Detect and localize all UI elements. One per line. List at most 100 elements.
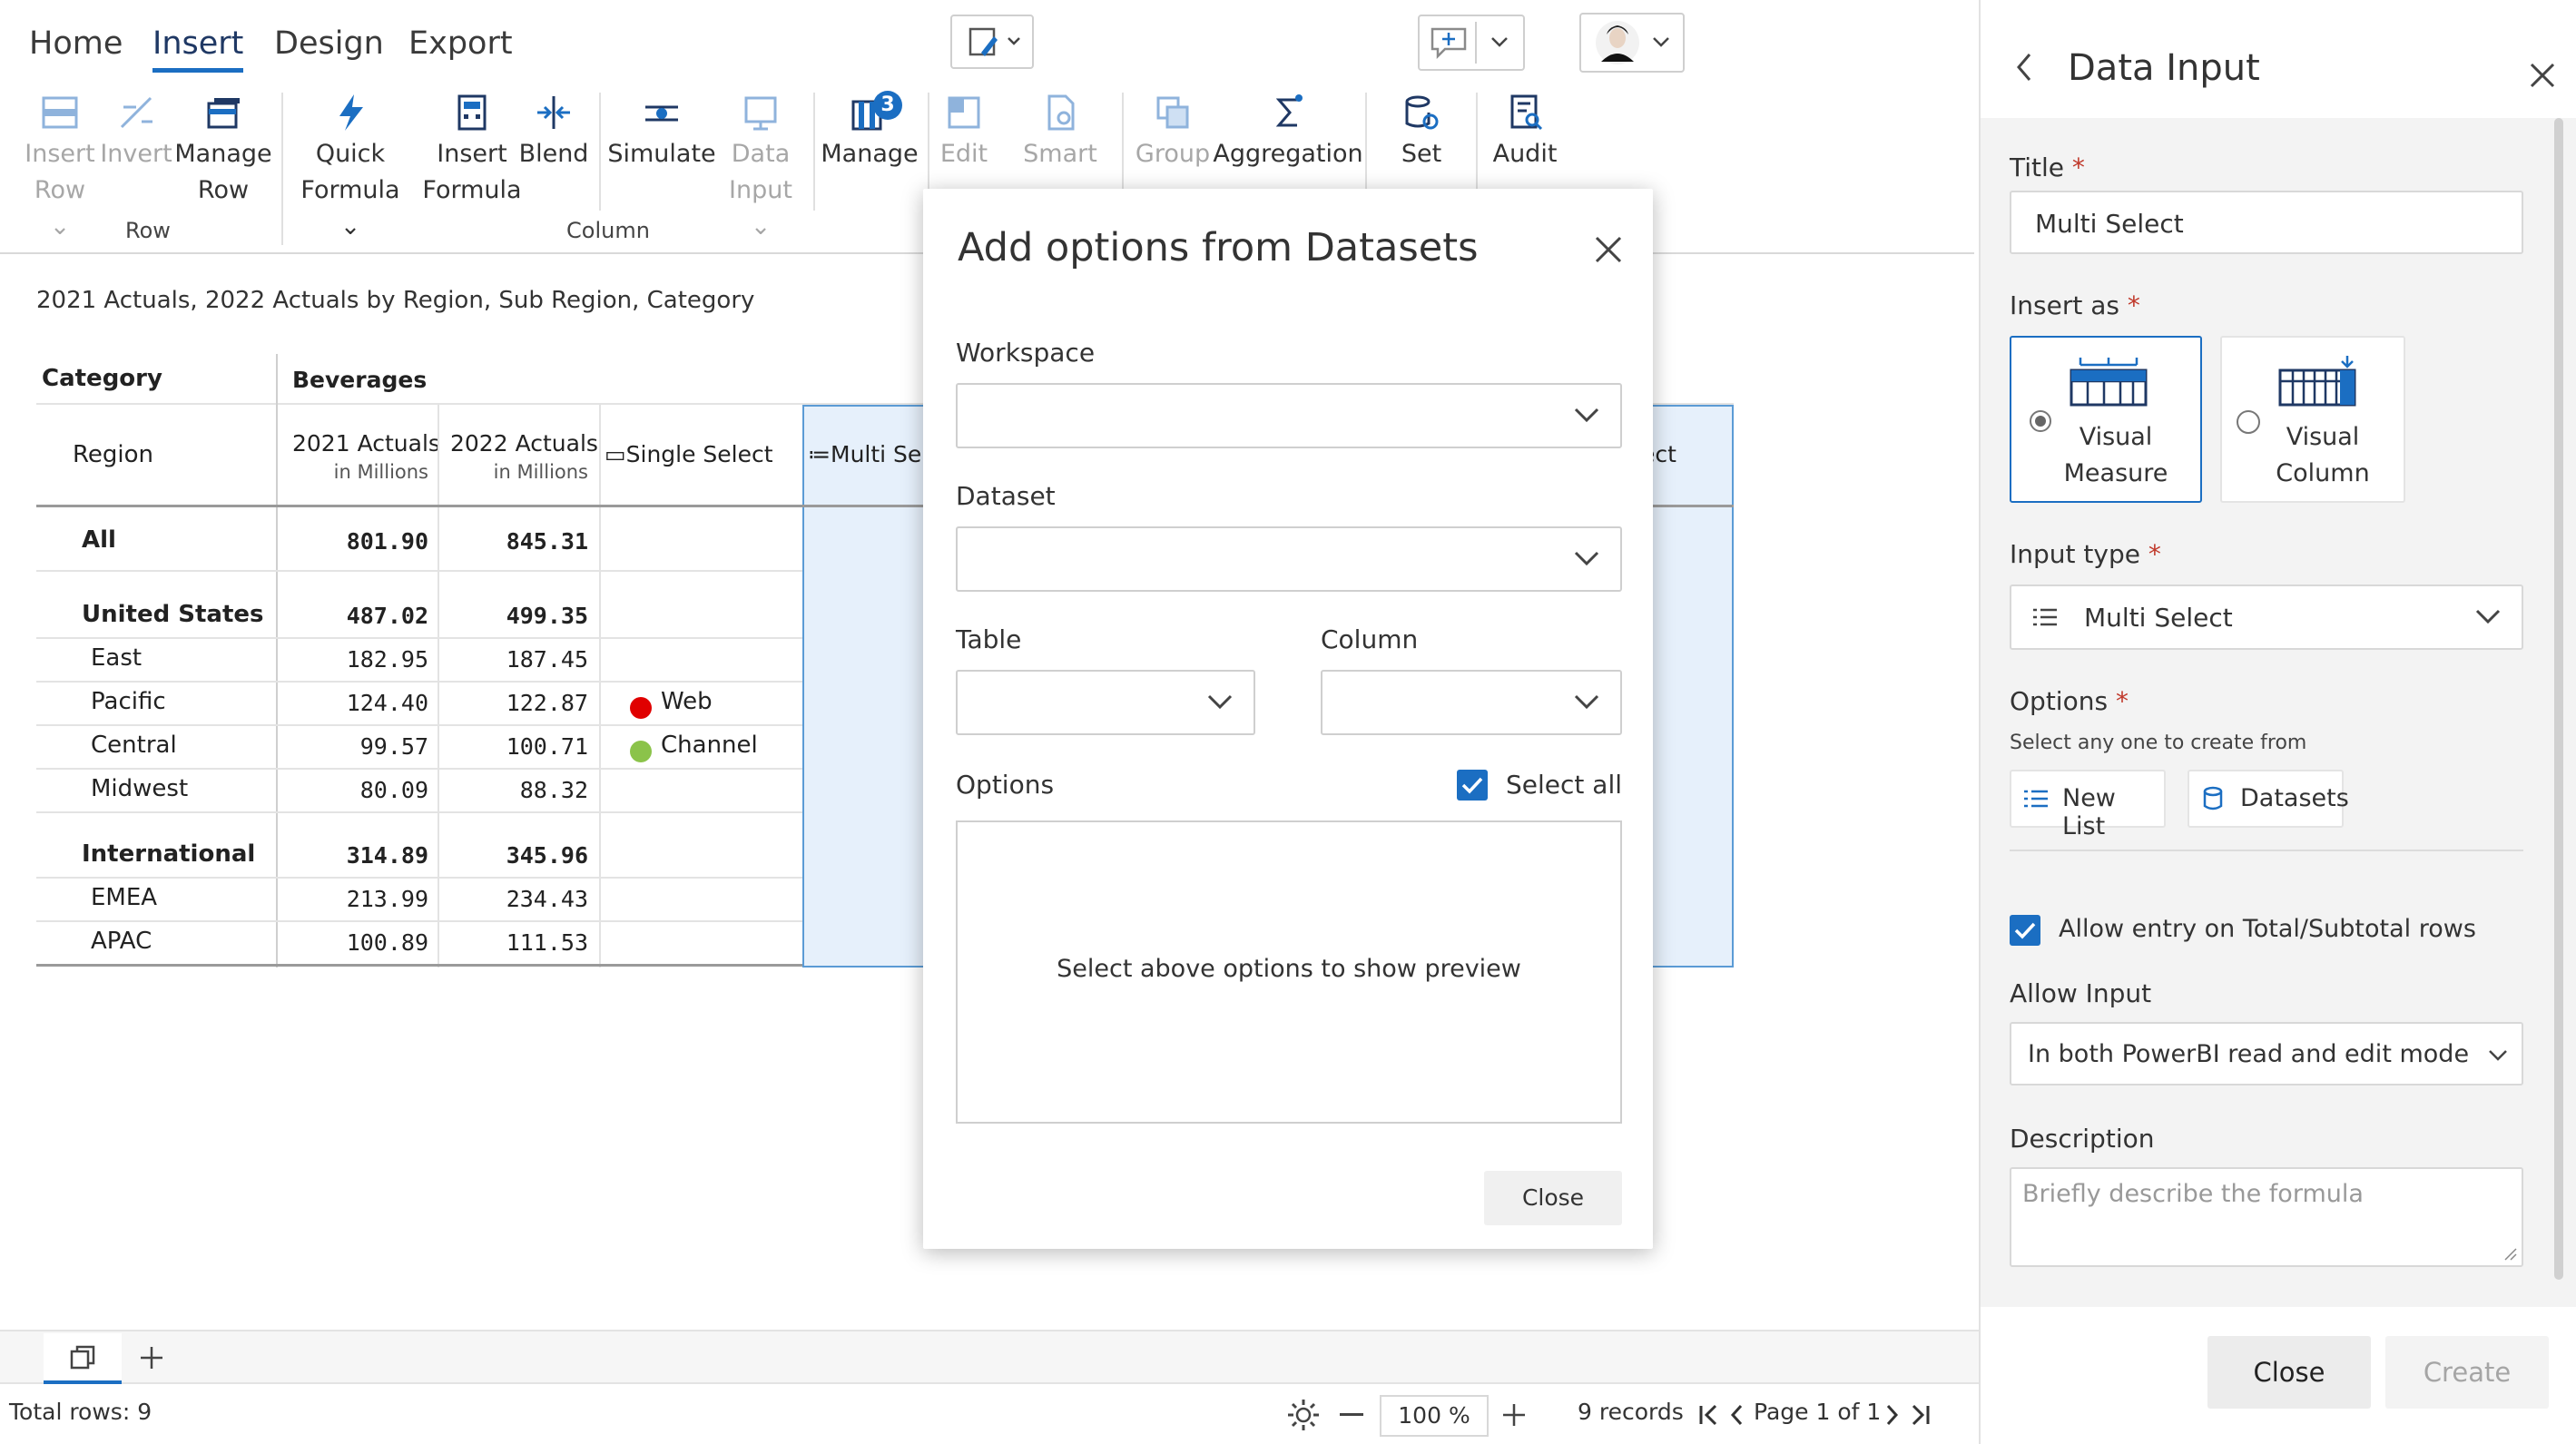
insert-row-label2: Row ⌄ xyxy=(34,176,86,241)
insert-row-button[interactable]: Insert Row ⌄ xyxy=(24,91,96,245)
zoom-in-icon[interactable] xyxy=(1501,1402,1527,1428)
blend-label: Blend xyxy=(518,140,589,168)
row-divider xyxy=(36,877,802,879)
group-icon xyxy=(1156,96,1189,129)
prev-page-icon[interactable] xyxy=(1728,1402,1746,1428)
manage-button[interactable]: Manage xyxy=(821,91,919,172)
allow-entry-checkbox[interactable] xyxy=(2010,915,2040,946)
simulate-label: Simulate xyxy=(607,140,716,168)
select-all-checkbox[interactable] xyxy=(1457,770,1488,801)
required-marker: * xyxy=(2127,290,2140,320)
new-list-button[interactable]: New List xyxy=(2010,770,2166,840)
list-icon xyxy=(2033,608,2057,626)
visual-column-label: Visual Column xyxy=(2255,419,2391,492)
required-marker: * xyxy=(2071,152,2085,182)
insert-formula-button[interactable]: Insert Formula xyxy=(418,91,526,209)
dialog-title: Add options from Datasets xyxy=(958,225,1479,270)
tab-insert[interactable]: Insert xyxy=(152,25,244,73)
resize-handle-icon[interactable] xyxy=(2502,1245,2518,1262)
settings-gear-icon[interactable] xyxy=(1285,1397,1322,1433)
col3-header[interactable]: ▭Single Select xyxy=(605,441,773,467)
workspace-select[interactable] xyxy=(956,383,1622,448)
data-input-label: Data xyxy=(731,140,791,168)
input-type-value: Multi Select xyxy=(2084,603,2233,633)
options-field-label-text: Options xyxy=(2010,686,2109,716)
last-page-icon[interactable] xyxy=(1906,1402,1932,1428)
calculator-icon xyxy=(457,94,487,131)
panel-scrollbar[interactable] xyxy=(2554,118,2563,1280)
next-page-icon[interactable] xyxy=(1883,1402,1901,1428)
options-preview-box: Select above options to show preview xyxy=(956,820,1622,1124)
data-input-icon xyxy=(744,96,777,131)
edit-mode-button[interactable] xyxy=(950,15,1034,69)
comment-button-group[interactable] xyxy=(1418,15,1525,71)
title-input[interactable]: Multi Select xyxy=(2010,191,2523,254)
zoom-out-icon[interactable] xyxy=(1340,1413,1363,1416)
user-menu[interactable] xyxy=(1579,13,1685,73)
chevron-down-icon xyxy=(1574,694,1599,710)
allow-input-select[interactable]: In both PowerBI read and edit mode xyxy=(2010,1022,2523,1085)
panel-title: Data Input xyxy=(2068,47,2260,89)
col4-title: Multi Sel xyxy=(831,441,929,467)
tab-export[interactable]: Export xyxy=(408,25,513,62)
edit-cell-button[interactable]: Edit xyxy=(929,91,998,172)
row-divider xyxy=(36,724,802,726)
column-divider xyxy=(438,405,439,968)
set-version-label: Set xyxy=(1401,140,1442,168)
datasets-button[interactable]: Datasets xyxy=(2188,770,2349,828)
panel-close-icon[interactable] xyxy=(2529,62,2556,89)
first-page-icon[interactable] xyxy=(1697,1402,1723,1428)
slider-icon xyxy=(645,105,678,122)
tab-design[interactable]: Design xyxy=(274,25,384,62)
lightning-icon xyxy=(339,94,363,131)
blend-button[interactable]: Blend xyxy=(519,91,588,172)
col1-unit: in Millions xyxy=(333,461,428,483)
group-label: Group xyxy=(1135,140,1211,168)
insert-as-visual-measure[interactable]: Visual Measure xyxy=(2010,336,2202,503)
tab-home[interactable]: Home xyxy=(29,25,123,62)
manage-row-button[interactable]: Manage Row xyxy=(174,91,272,209)
column-select[interactable] xyxy=(1321,670,1622,735)
sheet-tab[interactable] xyxy=(44,1333,122,1384)
col4-header[interactable]: ≔Multi Sel xyxy=(808,441,928,467)
row-value: 801.90 xyxy=(346,528,428,555)
group-button[interactable]: Group xyxy=(1135,91,1211,172)
visual-column-line1: Visual xyxy=(2286,423,2360,451)
dataset-select[interactable] xyxy=(956,526,1622,592)
description-label: Description xyxy=(2010,1124,2155,1154)
add-sheet-icon[interactable] xyxy=(138,1344,165,1371)
dialog-close-button[interactable]: Close xyxy=(1484,1171,1622,1225)
back-arrow-icon[interactable] xyxy=(2013,51,2035,83)
aggregation-button[interactable]: Aggregation xyxy=(1213,91,1363,172)
create-button[interactable]: Create xyxy=(2385,1336,2549,1409)
simulate-button[interactable]: Simulate xyxy=(607,91,716,172)
table-select[interactable] xyxy=(956,670,1255,735)
dialog-close-icon[interactable] xyxy=(1593,234,1624,265)
data-input-button[interactable]: Data Input ⌄ xyxy=(723,91,799,245)
manage-label: Manage xyxy=(821,140,919,168)
visual-column-icon xyxy=(2278,356,2356,407)
smart-analysis-button[interactable]: Smart xyxy=(1017,91,1104,172)
smart-analysis-icon xyxy=(1047,94,1075,131)
select-all-label: Select all xyxy=(1506,770,1622,800)
row-value: 487.02 xyxy=(346,603,428,629)
invert-button[interactable]: Invert xyxy=(100,91,172,172)
green-status-dot xyxy=(630,741,652,762)
allow-input-label: Allow Input xyxy=(2010,978,2152,1008)
data-input-label2: Input ⌄ xyxy=(729,176,792,241)
row-value: 345.96 xyxy=(506,842,588,869)
quick-formula-button[interactable]: Quick Formula ⌄ xyxy=(294,91,407,245)
check-icon xyxy=(2014,922,2036,939)
zoom-input[interactable]: 100 % xyxy=(1380,1395,1489,1437)
insert-as-visual-column[interactable]: Visual Column xyxy=(2220,336,2405,503)
description-textarea[interactable]: Briefly describe the formula xyxy=(2010,1167,2523,1267)
page-current[interactable]: 1 xyxy=(1815,1399,1830,1425)
insert-as-label-text: Insert as xyxy=(2010,290,2119,320)
set-version-button[interactable]: Set xyxy=(1376,91,1467,172)
input-type-select[interactable]: Multi Select xyxy=(2010,584,2523,650)
single-select-value[interactable]: Channel xyxy=(661,732,758,759)
page-label: Page xyxy=(1754,1399,1809,1425)
panel-close-button[interactable]: Close xyxy=(2207,1336,2371,1409)
audit-button[interactable]: Audit xyxy=(1481,91,1568,172)
single-select-value[interactable]: Web xyxy=(661,688,713,715)
